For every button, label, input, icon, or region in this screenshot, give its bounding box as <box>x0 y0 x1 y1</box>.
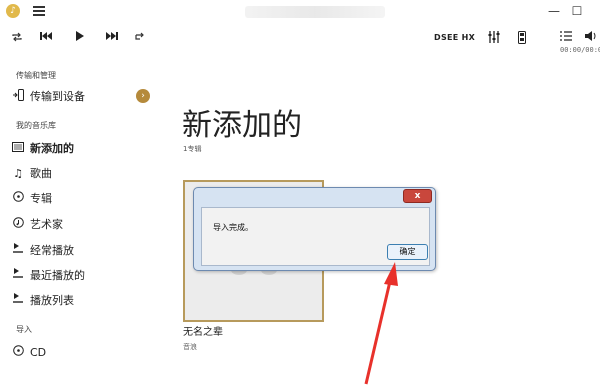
minimize-button[interactable]: — <box>546 3 562 19</box>
sidebar-item-label: CD <box>30 345 47 359</box>
top-bar: ♪ — ☐ DSEE HX 00:00/00:00 <box>0 0 600 60</box>
dsee-hx-toggle[interactable]: DSEE HX <box>434 33 475 42</box>
dialog-message: 导入完成。 <box>213 223 253 232</box>
app-logo-icon: ♪ <box>6 4 20 18</box>
sidebar-item-artists[interactable]: 艺术家 <box>10 214 158 234</box>
queue-list-icon[interactable] <box>559 31 573 45</box>
repeat-icon[interactable] <box>10 31 24 45</box>
play-icon[interactable] <box>74 31 86 45</box>
page-title: 新添加的 <box>182 108 302 143</box>
sidebar-item-songs[interactable]: ♫ 歌曲 <box>10 163 158 183</box>
sidebar-item-label: 播放列表 <box>30 294 74 307</box>
sidebar-item-frequent[interactable]: 经常播放 <box>10 240 158 260</box>
sidebar-item-label: 新添加的 <box>30 142 74 155</box>
maximize-button[interactable]: ☐ <box>569 3 585 19</box>
sidebar-item-new-added[interactable]: 新添加的 <box>10 138 158 158</box>
expand-arrow-icon[interactable]: › <box>136 89 150 103</box>
blurred-title-area <box>245 6 385 18</box>
device-icon[interactable] <box>516 31 528 45</box>
sidebar-item-playlists[interactable]: 播放列表 <box>10 290 158 310</box>
shuffle-icon[interactable] <box>133 31 147 45</box>
section-title-transfer: 传输和管理 <box>16 71 56 80</box>
new-added-icon <box>10 141 26 155</box>
album-disc-icon <box>10 191 26 205</box>
sidebar-item-label: 传输到设备 <box>30 90 85 103</box>
artist-icon <box>10 217 26 231</box>
sidebar-item-label: 专辑 <box>30 192 52 205</box>
volume-icon[interactable] <box>584 31 598 45</box>
dialog-close-button[interactable]: x <box>403 189 432 203</box>
hamburger-menu-icon[interactable] <box>33 6 45 16</box>
sidebar-item-label: 经常播放 <box>30 244 74 257</box>
sidebar-item-label: 最近播放的 <box>30 269 85 282</box>
section-title-import: 导入 <box>16 325 32 334</box>
skip-next-icon[interactable] <box>105 31 119 45</box>
album-count: 1专辑 <box>183 145 202 153</box>
dialog-ok-button[interactable]: 确定 <box>387 244 428 260</box>
sidebar-item-cd[interactable]: CD <box>10 342 158 362</box>
section-title-library: 我的音乐库 <box>16 121 56 130</box>
cd-icon <box>10 345 26 359</box>
sidebar-item-label: 艺术家 <box>30 218 63 231</box>
transfer-device-icon <box>10 88 26 104</box>
sidebar: 传输和管理 传输到设备 › 我的音乐库 新添加的 ♫ 歌曲 专辑 艺术家 经常播… <box>0 60 162 386</box>
sidebar-item-albums[interactable]: 专辑 <box>10 188 158 208</box>
playlist-icon <box>10 293 26 307</box>
dialog-body: 导入完成。 确定 <box>201 207 430 266</box>
song-note-icon: ♫ <box>13 166 23 180</box>
import-complete-dialog: x 导入完成。 确定 <box>193 187 436 271</box>
recent-play-icon <box>10 268 26 282</box>
sidebar-item-recent[interactable]: 最近播放的 <box>10 265 158 285</box>
sidebar-item-label: 歌曲 <box>30 167 52 180</box>
frequent-play-icon <box>10 243 26 257</box>
playback-time: 00:00/00:00 <box>560 46 600 54</box>
skip-previous-icon[interactable] <box>39 31 53 45</box>
album-name[interactable]: 无名之辈 <box>183 323 223 338</box>
equalizer-icon[interactable] <box>487 31 501 45</box>
album-artist[interactable]: 音浪 <box>183 342 197 352</box>
